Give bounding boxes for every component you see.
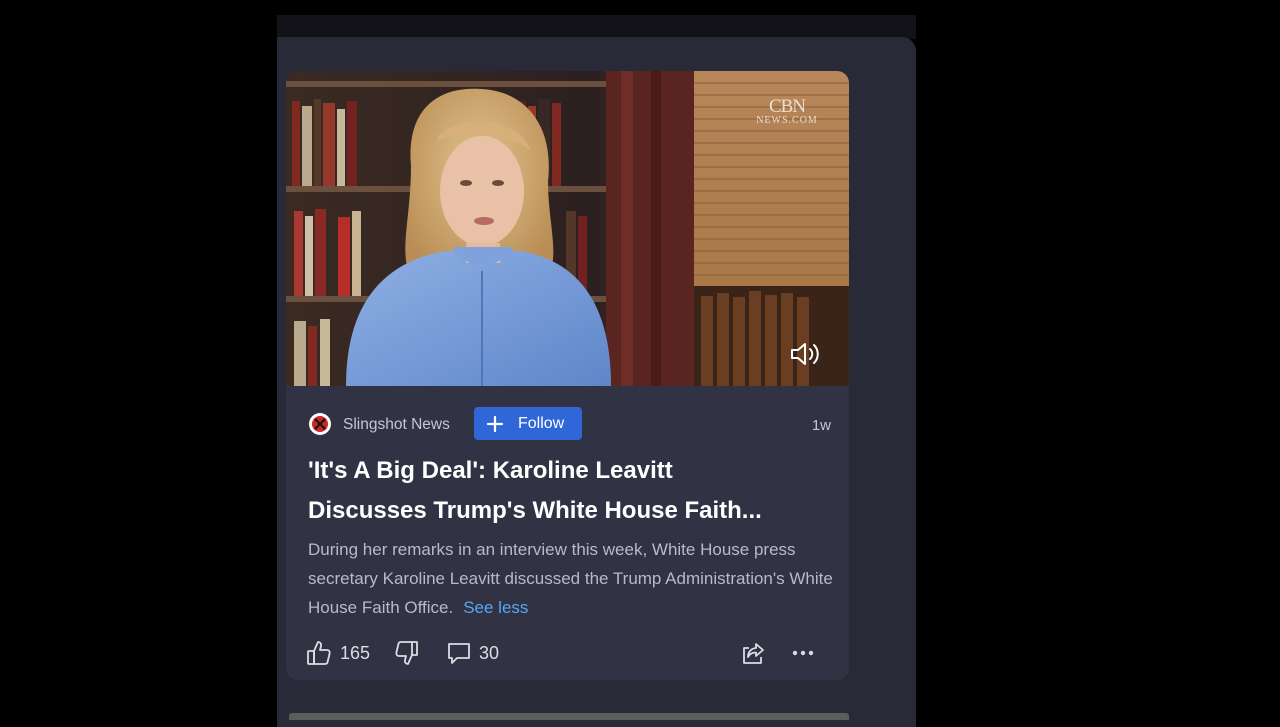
cbn-watermark: CBN NEWS.COM — [752, 97, 822, 126]
headline-line-1: 'It's A Big Deal': Karoline Leavitt — [308, 457, 673, 484]
top-bar — [277, 15, 916, 39]
dislike-button[interactable] — [394, 639, 420, 667]
see-less-link[interactable]: See less — [463, 598, 528, 617]
watermark-logo-text: CBN — [768, 96, 806, 117]
summary: During her remarks in an interview this … — [308, 535, 833, 622]
thumbs-up-icon — [307, 641, 331, 665]
headline[interactable]: 'It's A Big Deal': Karoline Leavitt Disc… — [308, 451, 828, 531]
thumbs-down-icon — [395, 641, 418, 665]
plus-icon — [486, 415, 504, 433]
slingshot-news-logo-icon — [309, 413, 331, 435]
volume-button[interactable] — [789, 340, 823, 368]
summary-text: During her remarks in an interview this … — [308, 540, 833, 617]
action-bar: 165 30 — [306, 637, 826, 669]
watermark-site-text: NEWS.COM — [756, 115, 818, 126]
volume-icon — [791, 343, 819, 365]
more-icon — [792, 650, 814, 656]
comments-button[interactable]: 30 — [446, 639, 516, 667]
post-age: 1w — [811, 417, 831, 434]
share-icon — [743, 643, 764, 664]
news-card[interactable]: CBN NEWS.COM Slingshot News Follow 1w 'I… — [286, 71, 849, 680]
video-player[interactable]: CBN NEWS.COM — [286, 71, 849, 386]
comment-count: 30 — [479, 643, 500, 663]
next-card-preview[interactable] — [289, 713, 849, 720]
like-button[interactable]: 165 — [306, 639, 376, 667]
more-options-button[interactable] — [790, 639, 816, 667]
source-name[interactable]: Slingshot News — [343, 416, 450, 434]
follow-button[interactable]: Follow — [474, 407, 582, 440]
share-button[interactable] — [740, 639, 766, 667]
headline-line-2: Discusses Trump's White House Faith... — [308, 497, 762, 524]
comment-icon — [448, 643, 470, 664]
source-row: Slingshot News Follow 1w — [308, 407, 831, 441]
like-count: 165 — [340, 643, 371, 663]
follow-label: Follow — [518, 415, 565, 432]
